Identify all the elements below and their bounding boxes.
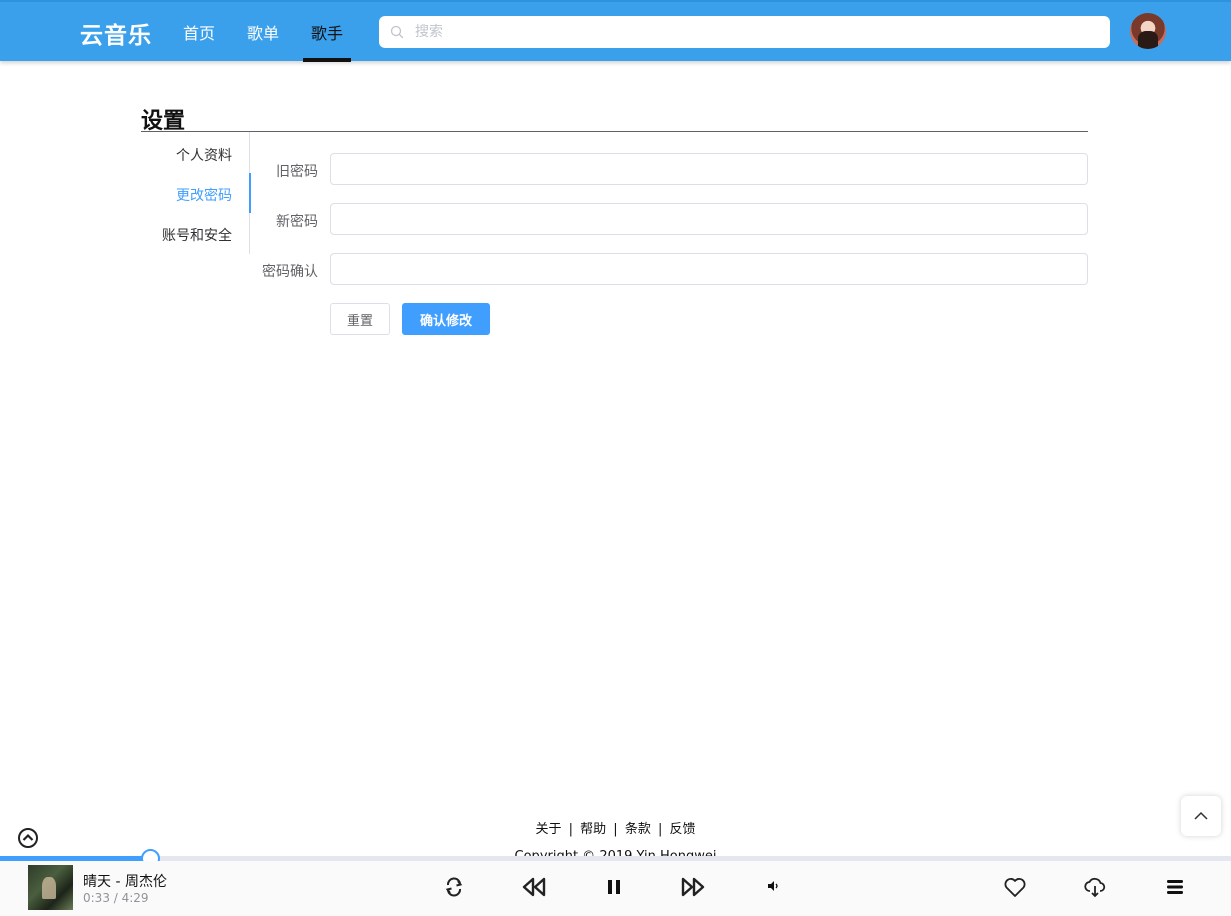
loop-button[interactable] (442, 875, 466, 899)
heart-icon (1004, 878, 1026, 897)
nav-active-indicator (303, 58, 351, 62)
loop-icon (445, 877, 463, 897)
download-icon (1084, 877, 1106, 898)
footer-separator: | (657, 822, 663, 837)
next-icon (681, 877, 705, 897)
song-title: 晴天 - 周杰伦 (83, 874, 167, 890)
nav-item-home[interactable]: 首页 (183, 20, 215, 44)
playlist-icon (1167, 880, 1183, 894)
playlist-button[interactable] (1164, 876, 1186, 898)
collapse-player-icon[interactable] (17, 827, 39, 849)
pause-button[interactable] (602, 875, 626, 899)
previous-icon (522, 877, 546, 897)
nav-item-playlists[interactable]: 歌单 (247, 20, 279, 44)
confirm-password-field[interactable] (330, 253, 1088, 285)
footer-separator: | (613, 822, 618, 837)
search-input[interactable] (415, 16, 1095, 48)
previous-button[interactable] (520, 874, 548, 900)
album-cover[interactable] (28, 865, 73, 910)
old-password-label: 旧密码 (276, 164, 318, 180)
favorite-button[interactable] (1002, 875, 1028, 899)
footer-links: 关于 | 帮助 | 条款 | 反馈 (0, 818, 1231, 837)
avatar-figure (1138, 31, 1158, 49)
song-time: 0:33 / 4:29 (83, 891, 149, 905)
old-password-field[interactable] (330, 153, 1088, 185)
search-box[interactable] (379, 16, 1110, 48)
confirm-change-button[interactable]: 确认修改 (402, 303, 490, 335)
footer-link-terms[interactable]: 条款 (625, 822, 651, 837)
settings-menu-change-password[interactable]: 更改密码 (122, 185, 232, 205)
app-logo[interactable]: 云音乐 (80, 16, 152, 50)
pause-icon (608, 880, 620, 894)
cover-figure (42, 877, 56, 899)
download-button[interactable] (1082, 875, 1108, 899)
back-to-top-button[interactable] (1181, 796, 1221, 836)
user-avatar[interactable] (1130, 13, 1166, 49)
settings-menu-account-security[interactable]: 账号和安全 (122, 225, 232, 245)
nav-item-singers[interactable]: 歌手 (311, 20, 343, 44)
search-icon (390, 25, 404, 39)
next-button[interactable] (679, 874, 707, 900)
settings-menu-profile[interactable]: 个人资料 (122, 145, 232, 165)
volume-button[interactable] (765, 878, 781, 894)
new-password-field[interactable] (330, 203, 1088, 235)
footer-link-about[interactable]: 关于 (535, 822, 561, 837)
chevron-up-icon (1194, 811, 1208, 820)
player-bar: 晴天 - 周杰伦 0:33 / 4:29 (0, 861, 1231, 916)
navbar-edge (0, 0, 1231, 2)
volume-icon (768, 881, 778, 891)
footer-link-help[interactable]: 帮助 (580, 822, 606, 837)
reset-button[interactable]: 重置 (330, 303, 390, 335)
footer-link-feedback[interactable]: 反馈 (670, 822, 696, 837)
top-navbar: 云音乐 首页 歌单 歌手 (0, 0, 1231, 62)
new-password-label: 新密码 (276, 214, 318, 230)
title-divider (141, 131, 1088, 132)
confirm-password-label: 密码确认 (262, 264, 318, 280)
footer-separator: | (568, 822, 573, 837)
